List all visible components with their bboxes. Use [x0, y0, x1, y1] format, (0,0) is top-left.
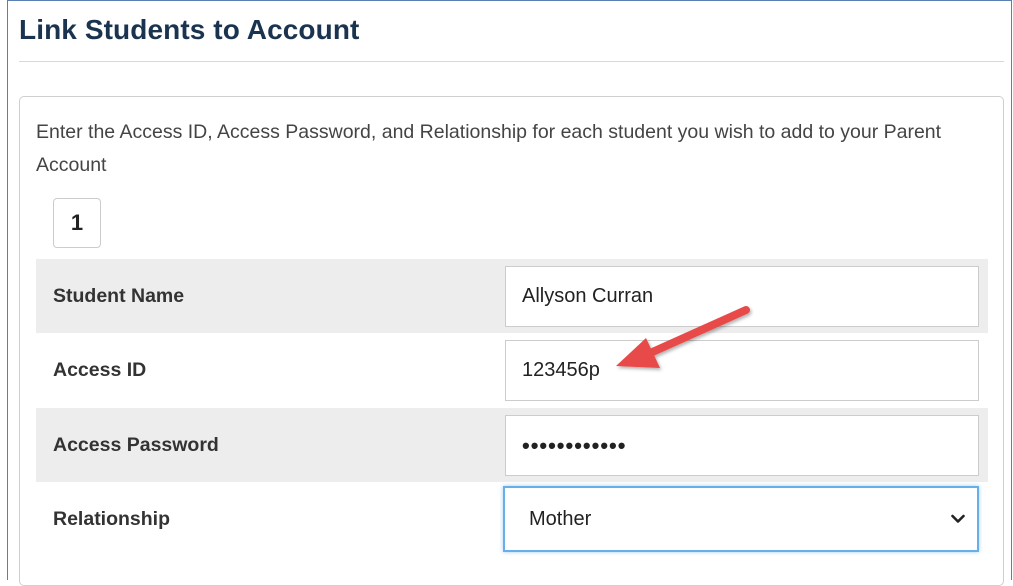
access-password-input[interactable]: •••••••••••• — [505, 415, 979, 476]
relationship-row: Relationship Mother — [36, 482, 988, 556]
step-number-badge: 1 — [53, 198, 101, 248]
access-password-row: Access Password •••••••••••• — [36, 408, 988, 482]
access-id-input[interactable]: 123456p — [505, 340, 979, 401]
access-id-label: Access ID — [53, 358, 147, 381]
relationship-label: Relationship — [53, 507, 171, 530]
relationship-select[interactable]: Mother — [503, 486, 979, 552]
title-divider — [19, 61, 1004, 62]
access-id-row: Access ID 123456p — [36, 333, 988, 407]
chevron-down-icon — [951, 514, 965, 523]
student-name-label: Student Name — [53, 284, 185, 307]
relationship-selected-value: Mother — [529, 507, 592, 530]
student-name-row: Student Name Allyson Curran — [36, 259, 988, 333]
page-title: Link Students to Account — [19, 14, 360, 45]
student-name-input[interactable]: Allyson Curran — [505, 266, 979, 327]
instructions-text: Enter the Access ID, Access Password, an… — [36, 121, 942, 176]
access-password-label: Access Password — [53, 433, 219, 456]
